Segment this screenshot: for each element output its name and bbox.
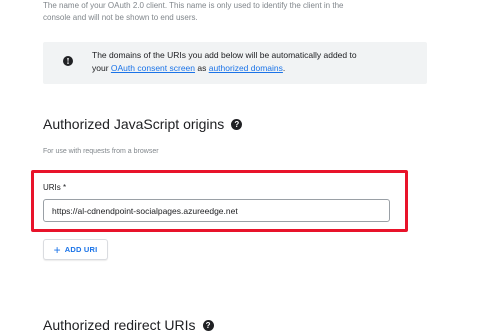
info-banner: ! The domains of the URIs you add below … [43, 42, 427, 84]
info-icon: ! [63, 56, 73, 66]
info-text-as: as [195, 63, 209, 73]
help-icon[interactable]: ? [231, 118, 243, 130]
js-origins-subtext: For use with requests from a browser [43, 148, 159, 155]
add-uri-label: ADD URI [64, 245, 98, 254]
info-banner-text: The domains of the URIs you add below wi… [92, 49, 412, 75]
authorized-domains-link[interactable]: authorized domains [209, 63, 283, 73]
uris-label: URIs * [43, 183, 67, 192]
helper-line-1: The name of your OAuth 2.0 client. This … [43, 1, 344, 10]
add-uri-button[interactable]: + ADD URI [43, 239, 108, 260]
info-text-your: your [92, 63, 111, 73]
info-text-end: . [282, 63, 286, 73]
redirect-uris-heading: Authorized redirect URIs ? [43, 317, 214, 333]
client-name-helper-text: The name of your OAuth 2.0 client. This … [43, 0, 443, 24]
helper-line-2: console and will not be shown to end use… [43, 13, 198, 22]
uri-input[interactable] [43, 199, 390, 222]
info-text-line1: The domains of the URIs you add below wi… [92, 50, 357, 60]
js-origins-heading: Authorized JavaScript origins ? [43, 116, 243, 132]
help-icon[interactable]: ? [202, 319, 214, 331]
plus-icon: + [53, 242, 61, 257]
oauth-consent-screen-link[interactable]: OAuth consent screen [111, 63, 195, 73]
oauth-client-form: The name of your OAuth 2.0 client. This … [0, 0, 481, 335]
redirect-uris-title: Authorized redirect URIs [43, 317, 196, 333]
js-origins-title: Authorized JavaScript origins [43, 116, 225, 132]
